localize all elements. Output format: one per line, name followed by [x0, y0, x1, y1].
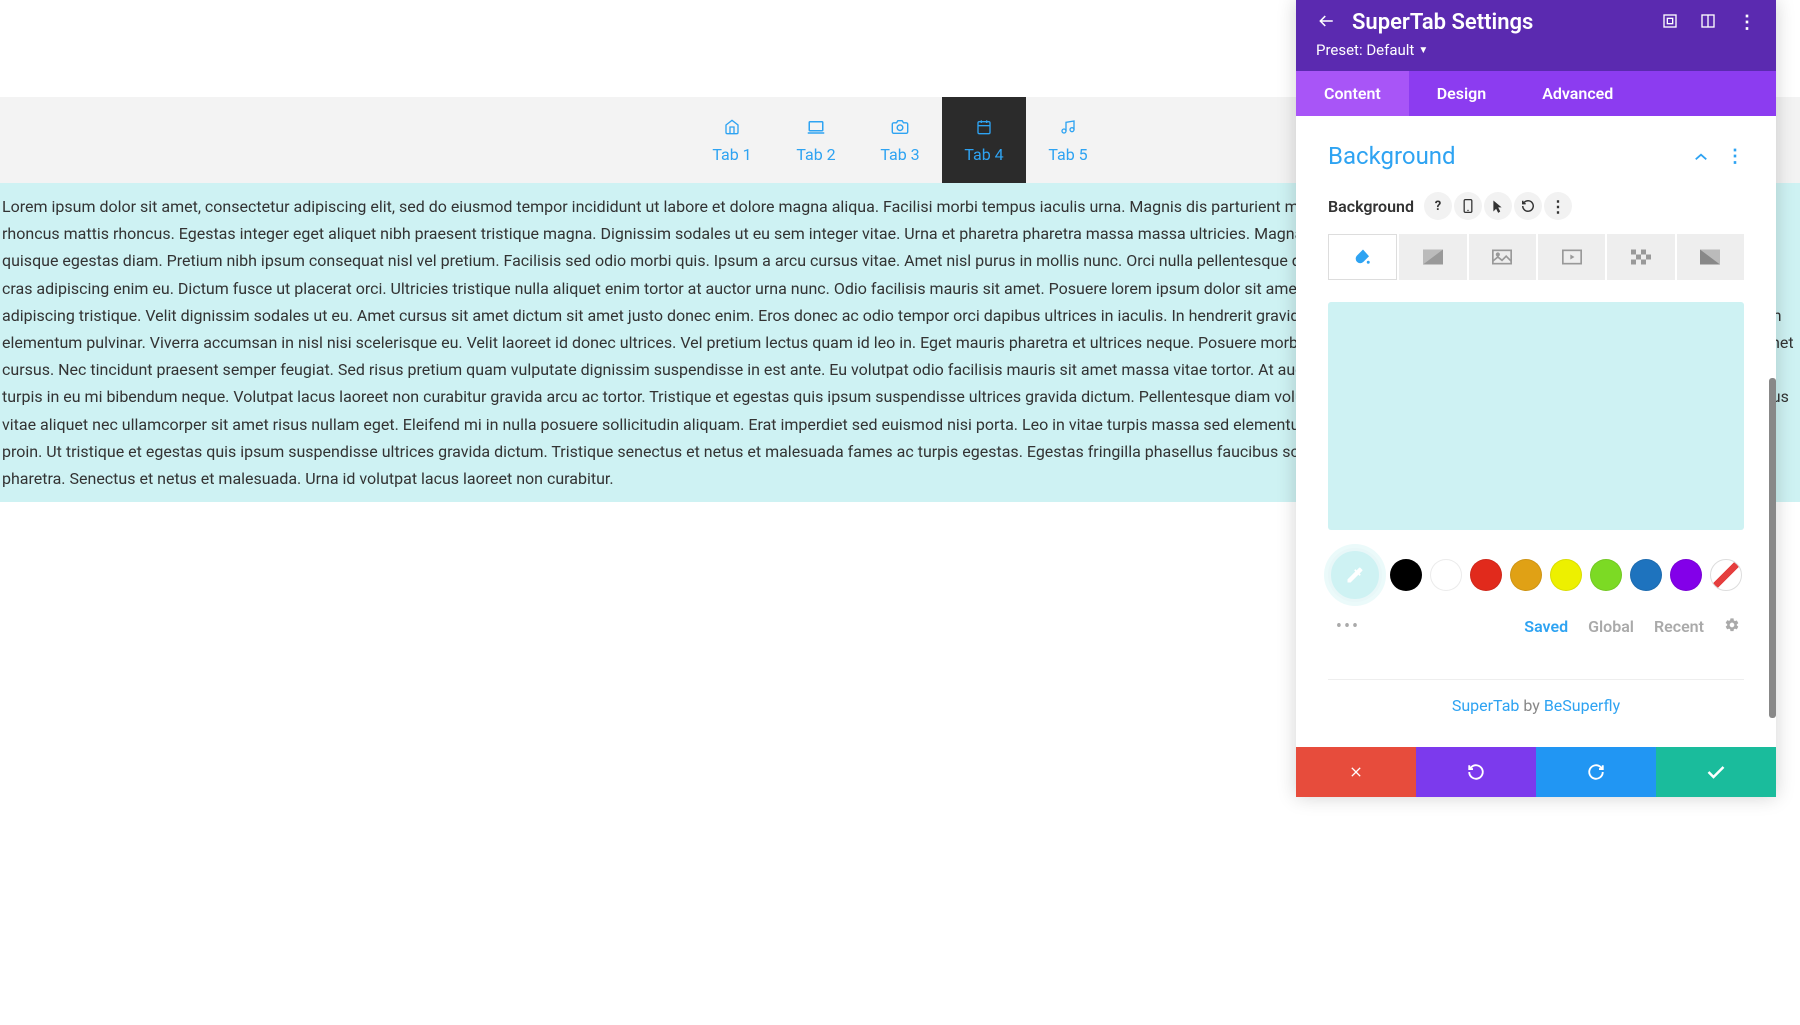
swatch-orange[interactable] [1510, 559, 1542, 591]
music-icon [1060, 117, 1076, 137]
tab-label: Tab 5 [1048, 145, 1087, 164]
bg-color-tab[interactable] [1328, 234, 1397, 280]
camera-icon [891, 117, 909, 137]
tab-design-settings[interactable]: Design [1409, 71, 1514, 116]
preset-selector[interactable]: Preset: Default ▼ [1316, 41, 1756, 59]
swatch-green[interactable] [1590, 559, 1622, 591]
bg-mask-tab[interactable] [1677, 234, 1744, 280]
tab-label: Tab 4 [964, 145, 1003, 164]
laptop-icon [807, 117, 825, 137]
panel-tabs: Content Design Advanced [1296, 71, 1776, 116]
swatch-tab-recent[interactable]: Recent [1654, 617, 1704, 636]
tab-content-settings[interactable]: Content [1296, 71, 1409, 116]
save-button[interactable] [1656, 747, 1776, 797]
tab-label: Tab 1 [712, 145, 751, 164]
panel-title: SuperTab Settings [1352, 10, 1533, 35]
color-swatches [1328, 548, 1744, 602]
bg-image-tab[interactable] [1469, 234, 1536, 280]
more-swatches-button[interactable]: ••• [1332, 616, 1364, 637]
eyedropper-button[interactable] [1328, 548, 1382, 602]
scrollbar-thumb[interactable] [1769, 378, 1776, 718]
calendar-icon [976, 117, 992, 137]
swatch-white[interactable] [1430, 559, 1462, 591]
background-type-tabs [1328, 234, 1744, 280]
dropdown-icon: ▼ [1418, 45, 1428, 56]
expand-icon[interactable] [1662, 13, 1678, 33]
home-icon [724, 117, 740, 137]
color-preview[interactable] [1328, 302, 1744, 530]
tab-label: Tab 2 [796, 145, 835, 164]
tab-5[interactable]: Tab 5 [1026, 97, 1110, 183]
panel-credit: SuperTab by BeSuperfly [1328, 679, 1744, 727]
tab-advanced-settings[interactable]: Advanced [1514, 71, 1641, 116]
collapse-icon[interactable] [1694, 147, 1708, 166]
panel-body: Background ⋮ Background ? [1296, 116, 1776, 747]
layout-icon[interactable] [1700, 13, 1716, 33]
tab-label: Tab 3 [880, 145, 919, 164]
redo-button[interactable] [1536, 747, 1656, 797]
swatch-red[interactable] [1470, 559, 1502, 591]
reset-icon[interactable] [1514, 192, 1542, 220]
author-link[interactable]: BeSuperfly [1544, 696, 1620, 715]
hover-icon[interactable] [1484, 192, 1512, 220]
tab-1[interactable]: Tab 1 [690, 97, 774, 183]
swatch-purple[interactable] [1670, 559, 1702, 591]
back-icon[interactable] [1316, 12, 1336, 34]
mobile-icon[interactable] [1454, 192, 1482, 220]
more-icon[interactable]: ⋮ [1738, 12, 1756, 33]
panel-header: SuperTab Settings ⋮ Preset: Default ▼ [1296, 0, 1776, 71]
more-options-icon[interactable]: ⋮ [1544, 192, 1572, 220]
cancel-button[interactable] [1296, 747, 1416, 797]
panel-actions [1296, 747, 1776, 797]
field-label: Background [1328, 197, 1414, 216]
product-link[interactable]: SuperTab [1452, 696, 1520, 715]
more-icon[interactable]: ⋮ [1726, 146, 1744, 167]
swatch-black[interactable] [1390, 559, 1422, 591]
bg-pattern-tab[interactable] [1607, 234, 1674, 280]
bg-gradient-tab[interactable] [1399, 234, 1466, 280]
swatch-yellow[interactable] [1550, 559, 1582, 591]
swatch-tab-global[interactable]: Global [1588, 617, 1634, 636]
bg-video-tab[interactable] [1538, 234, 1605, 280]
swatch-blue[interactable] [1630, 559, 1662, 591]
swatch-none[interactable] [1710, 559, 1742, 591]
section-title: Background [1328, 142, 1456, 170]
swatch-tab-saved[interactable]: Saved [1524, 617, 1568, 636]
tab-4[interactable]: Tab 4 [942, 97, 1026, 183]
tab-3[interactable]: Tab 3 [858, 97, 942, 183]
help-icon[interactable]: ? [1424, 192, 1452, 220]
undo-button[interactable] [1416, 747, 1536, 797]
settings-panel: SuperTab Settings ⋮ Preset: Default ▼ Co… [1296, 0, 1776, 797]
swatch-settings-icon[interactable] [1724, 617, 1740, 637]
tab-2[interactable]: Tab 2 [774, 97, 858, 183]
